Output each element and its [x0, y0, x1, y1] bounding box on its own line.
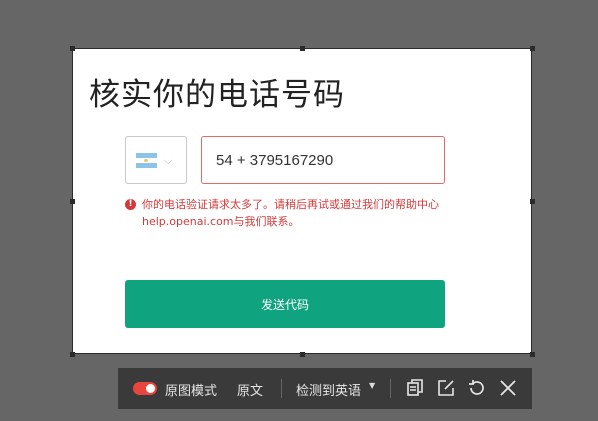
chevron-down-icon: ⌵	[164, 154, 173, 167]
send-code-button[interactable]: 发送代码	[125, 280, 445, 328]
resize-handle-tm[interactable]	[300, 46, 305, 51]
error-message: ! 你的电话验证请求太多了。请稍后再试或通过我们的帮助中心help.openai…	[125, 196, 447, 230]
detect-language-dropdown[interactable]: 检测到英语	[296, 380, 361, 399]
caret-down-icon[interactable]: ▼	[369, 381, 375, 390]
error-circle-icon: !	[125, 199, 136, 210]
resize-handle-br[interactable]	[530, 352, 535, 357]
phone-number-input[interactable]	[201, 136, 445, 184]
resize-handle-tl[interactable]	[70, 46, 75, 51]
resize-handle-ml[interactable]	[70, 199, 75, 204]
close-icon[interactable]	[498, 378, 518, 398]
resize-handle-tr[interactable]	[530, 46, 535, 51]
resize-handle-mr[interactable]	[530, 199, 535, 204]
resize-handle-bm[interactable]	[300, 352, 305, 357]
toolbar-divider	[390, 379, 391, 398]
error-text: 你的电话验证请求太多了。请稍后再试或通过我们的帮助中心help.openai.c…	[142, 198, 439, 228]
translation-toolbar: 原图模式 原文 检测到英语 ▼	[118, 368, 532, 409]
refresh-icon[interactable]	[467, 378, 487, 398]
screenshot-selection-frame[interactable]: 核实你的电话号码 ⌵ ! 你的电话验证请求太多了。请稍后再试或通过我们的帮助中心…	[72, 48, 532, 354]
country-select[interactable]: ⌵	[125, 136, 187, 184]
original-text-button[interactable]: 原文	[237, 380, 263, 399]
original-image-mode-toggle[interactable]	[133, 382, 157, 395]
resize-handle-bl[interactable]	[70, 352, 75, 357]
original-image-mode-label[interactable]: 原图模式	[165, 380, 217, 399]
edit-icon[interactable]	[436, 378, 456, 398]
argentina-flag-icon	[136, 153, 157, 168]
copy-icon[interactable]	[405, 378, 425, 398]
toolbar-divider	[281, 379, 282, 398]
page-title: 核实你的电话号码	[89, 77, 345, 113]
